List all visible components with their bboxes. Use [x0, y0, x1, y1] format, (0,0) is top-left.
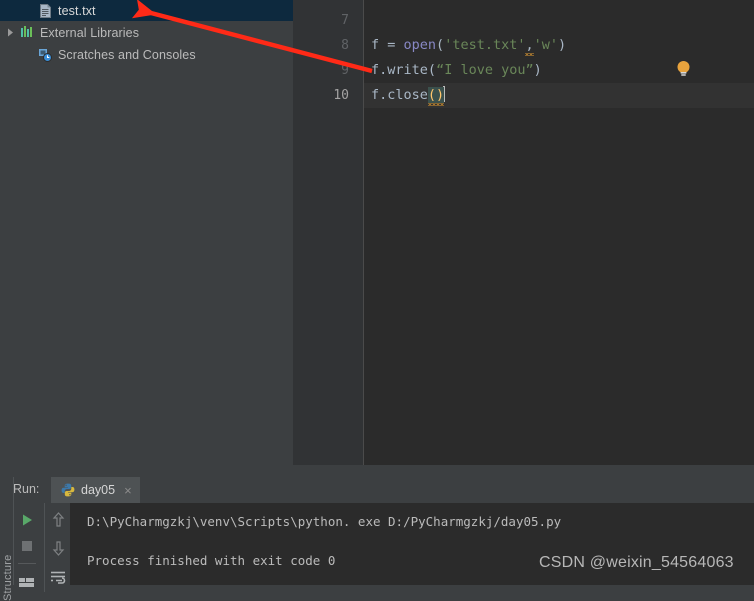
run-tab-title: day05 [81, 483, 116, 497]
token-equals: = [379, 37, 404, 53]
line-number: 9 [341, 63, 349, 78]
tree-item-label: test.txt [58, 3, 96, 18]
arrow-down-icon[interactable] [49, 539, 67, 557]
lightbulb-icon[interactable] [675, 60, 692, 77]
token-object: f [371, 87, 380, 103]
toolbar-divider [18, 563, 36, 564]
code-surface[interactable]: f = open('test.txt','w') f.write(“I love… [364, 0, 754, 465]
line-number: 7 [341, 13, 349, 28]
token-paren-open: ( [427, 62, 437, 78]
token-open-builtin: open [403, 37, 437, 53]
console-line: Process finished with exit code 0 [87, 553, 336, 568]
stop-icon[interactable] [18, 537, 36, 555]
code-line-8[interactable]: f = open('test.txt','w') [364, 33, 754, 58]
token-method-close: close [387, 87, 428, 103]
token-string-filename: 'test.txt' [444, 37, 526, 53]
tree-item-scratches-and-consoles[interactable]: Scratches and Consoles [0, 44, 293, 65]
token-object: f [371, 62, 380, 78]
run-toolbar-secondary [44, 503, 71, 592]
code-editor[interactable]: 7 8 9 10 f = open('test.txt','w') f.writ… [293, 0, 754, 465]
soft-wrap-icon[interactable] [49, 568, 67, 586]
line-number-current: 10 [333, 88, 349, 103]
editor-gutter[interactable]: 7 8 9 10 [293, 0, 364, 465]
token-method-write: write [387, 62, 428, 78]
token-string-mode: 'w' [533, 37, 558, 53]
chevron-right-icon[interactable] [2, 28, 18, 37]
tree-item-test-txt[interactable]: test.txt [0, 0, 293, 21]
arrow-up-icon[interactable] [49, 510, 67, 528]
layout-icon[interactable] [18, 572, 36, 590]
tree-item-external-libraries[interactable]: External Libraries [0, 22, 293, 43]
close-icon[interactable]: × [124, 484, 132, 497]
text-file-icon [36, 3, 54, 18]
token-paren-close: ) [533, 62, 542, 78]
scratches-icon [36, 48, 54, 62]
run-console-output[interactable]: D:\PyCharmgzkj\venv\Scripts\python. exe … [70, 503, 754, 585]
token-paren-open: ( [436, 37, 445, 53]
project-tree-panel: test.txt External Libraries Scratches an… [0, 0, 293, 465]
run-window-label: Run: [13, 482, 40, 496]
library-icon [18, 26, 36, 39]
python-icon [61, 483, 75, 497]
structure-tool-button-strip[interactable]: Structure [0, 477, 14, 601]
tree-item-label: Scratches and Consoles [58, 47, 196, 62]
panel-splitter[interactable] [0, 465, 754, 477]
console-line: D:\PyCharmgzkj\venv\Scripts\python. exe … [87, 514, 562, 529]
code-line-7[interactable] [364, 8, 754, 33]
line-number: 8 [341, 38, 349, 53]
run-tab-day05[interactable]: day05 × [51, 477, 140, 503]
run-tab-bar: Run: day05 × [0, 477, 754, 503]
run-toolbar-primary [14, 503, 40, 593]
token-parens-highlighted: () [427, 87, 445, 103]
token-string-arg: “I love you” [436, 62, 534, 78]
pycharm-window: test.txt External Libraries Scratches an… [0, 0, 754, 601]
token-variable: f [371, 37, 380, 53]
tree-item-label: External Libraries [40, 25, 140, 40]
csdn-watermark: CSDN @weixin_54564063 [539, 554, 734, 571]
code-line-9[interactable]: f.write(“I love you”) [364, 58, 754, 83]
code-line-10[interactable]: f.close() [364, 83, 754, 108]
play-icon[interactable] [18, 511, 36, 529]
structure-tool-label[interactable]: Structure [2, 553, 14, 601]
token-paren-close: ) [558, 37, 567, 53]
token-comma: , [525, 37, 534, 53]
